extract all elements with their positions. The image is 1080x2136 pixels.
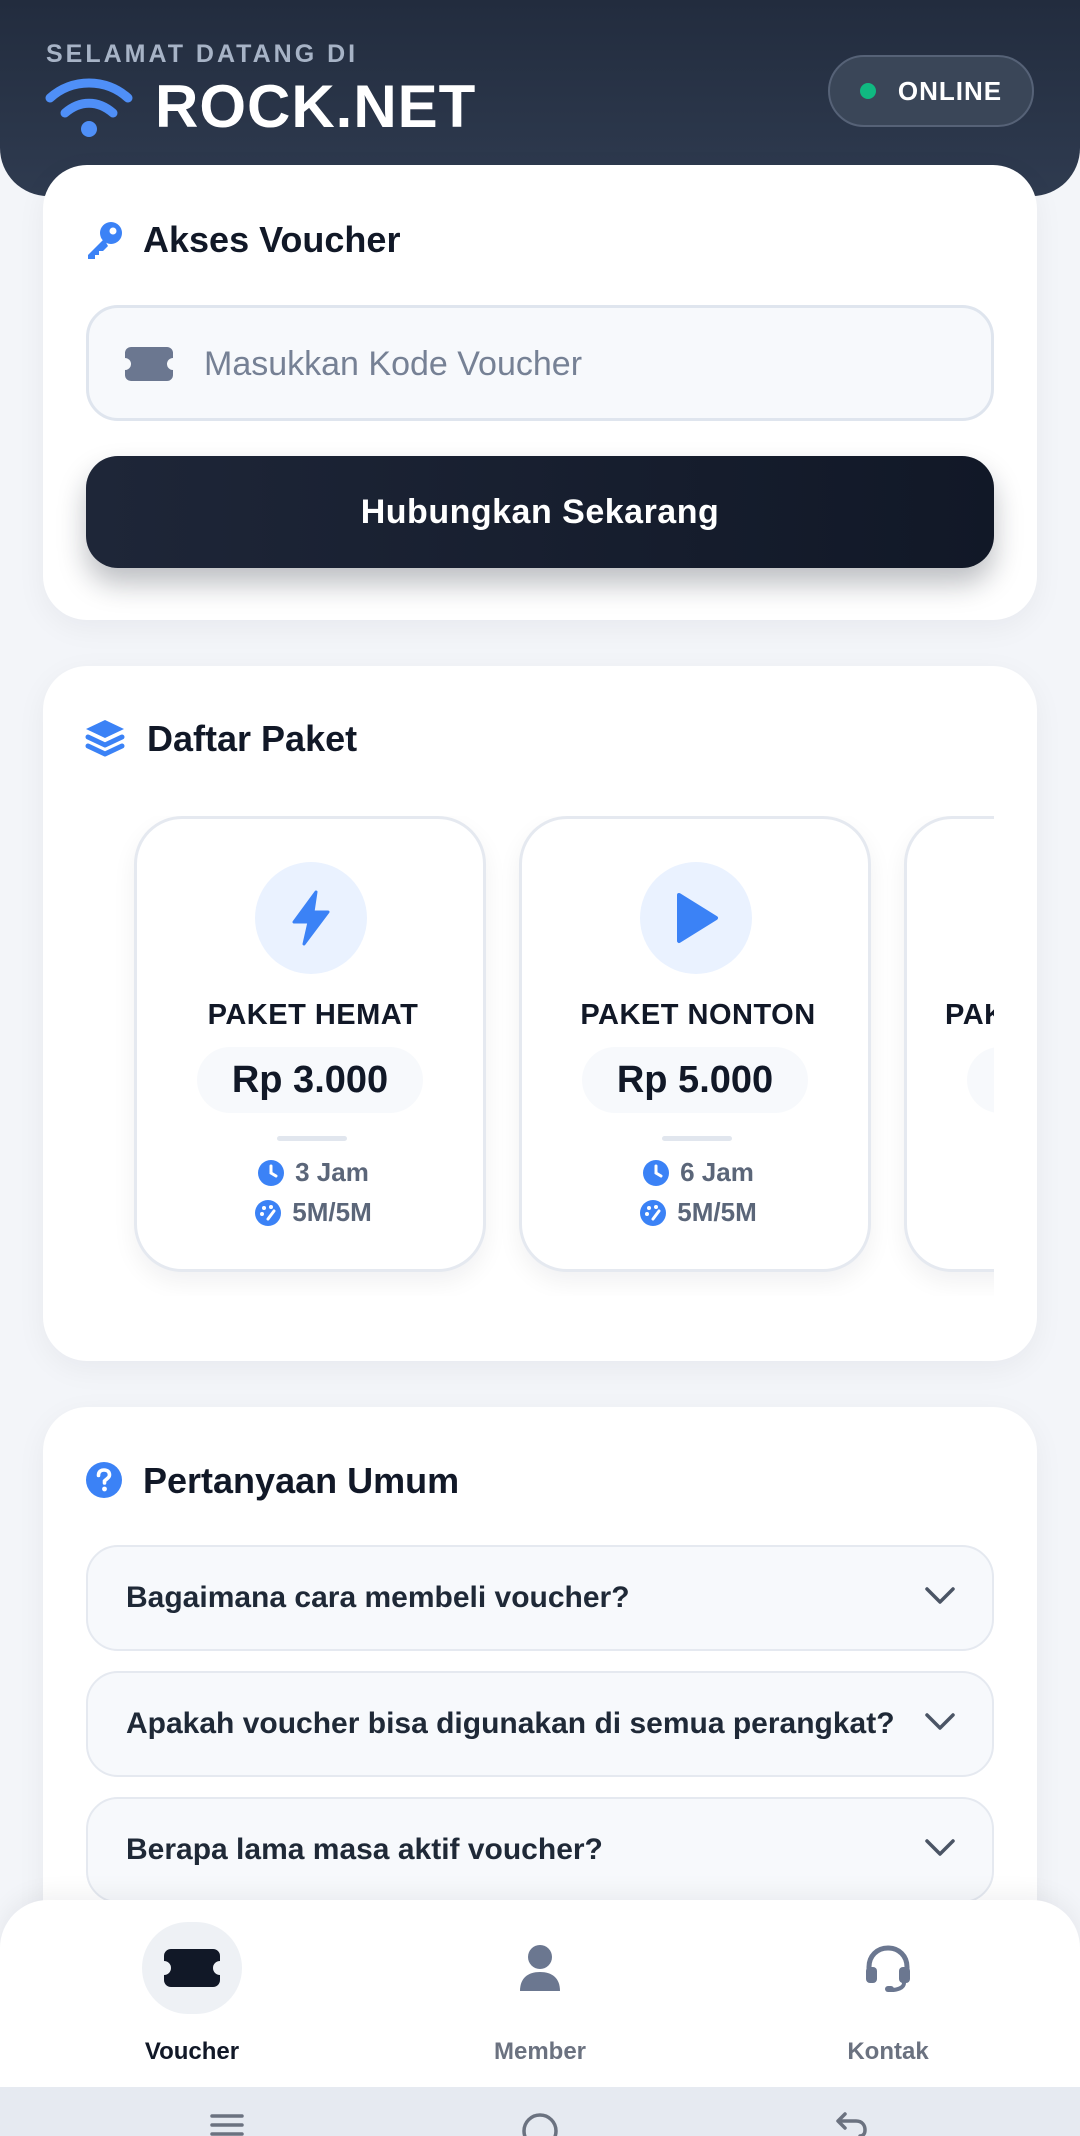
- package-speed: 5M/5M: [522, 1197, 874, 1228]
- voucher-code-input[interactable]: [204, 326, 964, 402]
- back-icon[interactable]: [832, 2109, 868, 2136]
- faq-question: Berapa lama masa aktif voucher?: [126, 1833, 603, 1866]
- key-icon: [88, 222, 122, 259]
- headset-icon: [866, 1945, 910, 1992]
- clock-icon: [258, 1159, 285, 1186]
- package-list-title: Daftar Paket: [147, 718, 358, 759]
- nav-icon-holder: [838, 1922, 938, 2014]
- layers-icon: [85, 720, 125, 757]
- package-duration-text: 3 Jam: [295, 1157, 369, 1187]
- package-duration: 6 Jam: [522, 1157, 874, 1188]
- voucher-card-title: Akses Voucher: [143, 219, 401, 260]
- nav-icon-highlight: [142, 1922, 242, 2014]
- package-card-third[interactable]: PAKET Rp: [904, 816, 994, 1272]
- package-speed-text: 5M/5M: [677, 1197, 757, 1227]
- package-speed: [907, 1197, 994, 1225]
- nav-item-voucher[interactable]: Voucher: [72, 1900, 312, 2087]
- nav-label: Kontak: [847, 2038, 929, 2065]
- bolt-icon: [292, 890, 330, 946]
- status-text: ONLINE: [897, 75, 1003, 106]
- package-price: Rp 5.000: [582, 1047, 808, 1113]
- ticket-icon: [125, 347, 173, 381]
- package-price: Rp 3.000: [197, 1047, 423, 1113]
- ticket-icon: [164, 1949, 220, 1987]
- faq-title: Pertanyaan Umum: [143, 1460, 460, 1501]
- nav-label: Voucher: [144, 2038, 240, 2065]
- question-icon: [86, 1462, 122, 1498]
- welcome-text: SELAMAT DATANG DI: [46, 40, 359, 68]
- voucher-input-wrapper[interactable]: [86, 305, 994, 421]
- package-icon-badge: [640, 862, 752, 974]
- nav-label: Member: [493, 2038, 587, 2065]
- package-price: Rp: [967, 1047, 994, 1113]
- speedometer-icon: [255, 1199, 282, 1226]
- faq-item[interactable]: Berapa lama masa aktif voucher?: [86, 1797, 994, 1903]
- play-icon: [677, 893, 718, 943]
- package-icon-badge: [255, 862, 367, 974]
- wifi-icon: [45, 78, 133, 137]
- package-duration: [907, 1157, 994, 1185]
- faq-question: Apakah voucher bisa digunakan di semua p…: [126, 1707, 895, 1740]
- faq-question: Bagaimana cara membeli voucher?: [126, 1581, 630, 1614]
- package-speed: 5M/5M: [137, 1197, 489, 1228]
- package-divider: [277, 1136, 347, 1141]
- package-name: PAKET HEMAT: [207, 999, 419, 1031]
- bottom-navigation: Voucher Member Kontak: [0, 1900, 1080, 2087]
- faq-item[interactable]: Bagaimana cara membeli voucher?: [86, 1545, 994, 1651]
- package-divider: [662, 1136, 732, 1141]
- nav-item-member[interactable]: Member: [420, 1900, 660, 2087]
- chevron-down-icon: [925, 1839, 955, 1856]
- status-dot: [859, 83, 876, 99]
- package-list-card: Daftar Paket PAKET HEMAT Rp 3.000 3 Jam: [43, 666, 1037, 1361]
- user-icon: [520, 1945, 560, 1991]
- nav-item-kontak[interactable]: Kontak: [768, 1900, 1008, 2087]
- clock-icon: [643, 1159, 670, 1186]
- package-card-nonton[interactable]: PAKET NONTON Rp 5.000 6 Jam 5M/5M: [519, 816, 871, 1272]
- chevron-down-icon: [925, 1713, 955, 1730]
- package-card-hemat[interactable]: PAKET HEMAT Rp 3.000 3 Jam 5M/5M: [134, 816, 486, 1272]
- voucher-card: Akses Voucher Hubungkan Sekarang: [43, 165, 1037, 620]
- package-duration-text: 6 Jam: [680, 1157, 754, 1187]
- speedometer-icon: [640, 1199, 667, 1226]
- package-name: PAKET: [945, 999, 994, 1031]
- package-duration: 3 Jam: [137, 1157, 489, 1188]
- package-name: PAKET NONTON: [580, 999, 816, 1031]
- faq-card: Pertanyaan Umum Bagaimana cara membeli v…: [43, 1407, 1037, 1967]
- package-carousel[interactable]: PAKET HEMAT Rp 3.000 3 Jam 5M/5M PAKET N…: [86, 816, 994, 1296]
- package-speed-text: 5M/5M: [292, 1197, 372, 1227]
- brand-name: ROCK.NET: [155, 73, 477, 140]
- chevron-down-icon: [925, 1587, 955, 1604]
- faq-item[interactable]: Apakah voucher bisa digunakan di semua p…: [86, 1671, 994, 1777]
- menu-icon[interactable]: [210, 2113, 244, 2136]
- connect-button[interactable]: Hubungkan Sekarang: [86, 456, 994, 568]
- status-badge: ONLINE: [828, 55, 1034, 127]
- system-navigation-bar: [0, 2087, 1080, 2136]
- nav-icon-holder: [490, 1922, 590, 2014]
- home-icon[interactable]: [520, 2111, 560, 2136]
